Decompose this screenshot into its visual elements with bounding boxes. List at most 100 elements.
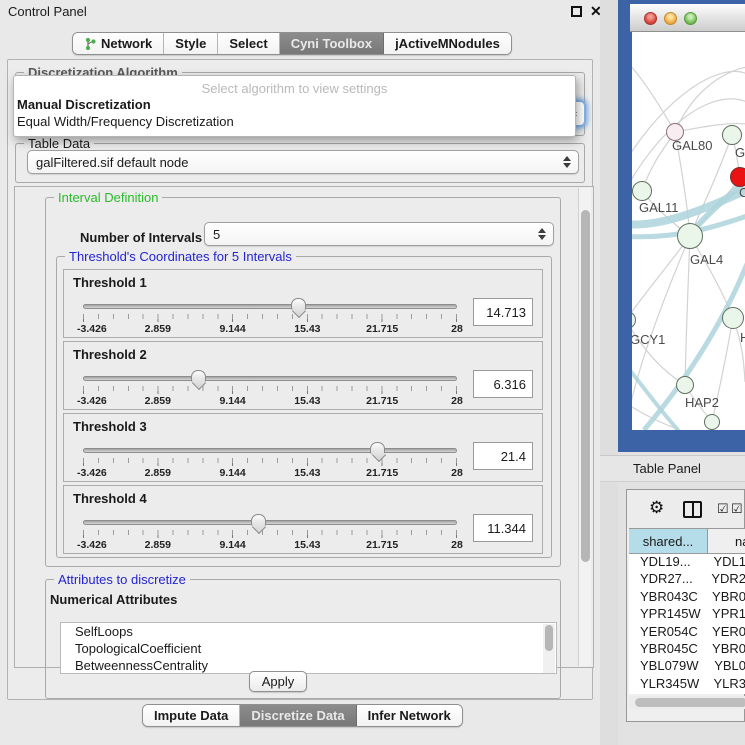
threshold-1-scale: -3.4262.8599.14415.4321.71528 xyxy=(83,323,457,335)
node-label-gal80: GAL80 xyxy=(672,138,712,153)
tab-infer-network[interactable]: Infer Network xyxy=(357,705,462,726)
table-row[interactable]: YPR145WYPR1 xyxy=(629,606,745,623)
network-view-window: GAL80 GA C GAL11 GAL4 GCY1 H HAP2 xyxy=(618,0,745,452)
table-row[interactable]: YDR27...YDR2 xyxy=(629,571,745,588)
node-label-gcy1: GCY1 xyxy=(632,332,665,347)
table-data-selected-value: galFiltered.sif default node xyxy=(36,155,188,170)
threshold-4-scale: -3.4262.8599.14415.4321.71528 xyxy=(83,539,457,551)
threshold-2-label: Threshold 2 xyxy=(73,347,533,362)
threshold-4-slider-thumb[interactable] xyxy=(251,514,266,526)
numerical-attributes-list: SelfLoops TopologicalCoefficient Between… xyxy=(60,622,557,674)
node-table: shared... name YDL19...YDL1 YDR27...YDR2… xyxy=(629,528,745,694)
table-panel-title: Table Panel xyxy=(600,455,745,482)
threshold-4-value-field[interactable]: 11.344 xyxy=(473,514,533,542)
table-row[interactable]: YLR345WYLR3 xyxy=(629,676,745,693)
scrollbar-thumb[interactable] xyxy=(581,210,590,562)
tab-discretize-data[interactable]: Discretize Data xyxy=(240,705,356,726)
table-row[interactable]: YBR045CYBR0 xyxy=(629,641,745,658)
list-item[interactable]: TopologicalCoefficient xyxy=(61,640,556,657)
settings-scrollpane: Interval Definition Number of Intervals … xyxy=(14,186,594,668)
tab-style[interactable]: Style xyxy=(164,33,218,54)
column-header-shared[interactable]: shared... xyxy=(629,529,708,553)
popup-item-manual-discretization[interactable]: Manual Discretization xyxy=(14,96,575,113)
node-partial-top[interactable] xyxy=(722,125,742,145)
node-selected-red[interactable] xyxy=(730,167,745,187)
threshold-3-slider-thumb[interactable] xyxy=(370,442,385,454)
number-of-intervals-combobox[interactable]: 5 xyxy=(204,222,554,246)
threshold-2-slider-thumb[interactable] xyxy=(191,370,206,382)
settings-scrollbar[interactable] xyxy=(578,188,591,666)
table-horizontal-scrollbar[interactable] xyxy=(629,696,745,709)
tab-select[interactable]: Select xyxy=(218,33,279,54)
zoom-traffic-light-icon[interactable] xyxy=(684,12,697,25)
number-of-intervals-label: Number of Intervals xyxy=(80,230,202,245)
split-view-icon[interactable] xyxy=(683,501,702,518)
node-label-gal11: GAL11 xyxy=(639,200,679,215)
threshold-1-label: Threshold 1 xyxy=(73,275,533,290)
panel-divider xyxy=(600,0,618,745)
threshold-2-slider-track[interactable] xyxy=(83,376,457,381)
gear-icon[interactable]: ⚙ xyxy=(649,498,664,518)
thresholds-group-label: Threshold's Coordinates for 5 Intervals xyxy=(65,249,296,264)
interval-definition-group: Interval Definition Number of Intervals … xyxy=(45,197,561,567)
table-row[interactable]: YER054CYER0 xyxy=(629,624,745,641)
list-item[interactable]: SelfLoops xyxy=(61,623,556,640)
table-row[interactable]: YBR043CYBR0 xyxy=(629,589,745,606)
node-h[interactable] xyxy=(722,307,744,329)
interval-definition-label: Interval Definition xyxy=(54,190,162,205)
table-row[interactable]: YDL19...YDL1 xyxy=(629,554,745,571)
node-label-hap2: HAP2 xyxy=(685,395,719,410)
list-item[interactable]: BetweennessCentrality xyxy=(61,657,556,674)
table-row[interactable]: YBL079WYBL0 xyxy=(629,658,745,675)
table-toolbar: ⚙ ☑ ☑ xyxy=(627,490,744,528)
threshold-3-label: Threshold 3 xyxy=(73,419,533,434)
close-traffic-light-icon[interactable] xyxy=(644,12,657,25)
tab-jactivemnodules[interactable]: jActiveMNodules xyxy=(384,33,511,54)
threshold-1-slider-thumb[interactable] xyxy=(291,298,306,310)
threshold-1-panel: Threshold 1 -3.4262.8599.14415.4321.7152… xyxy=(63,269,543,338)
node-label-h: H xyxy=(740,330,745,345)
minimize-traffic-light-icon[interactable] xyxy=(664,12,677,25)
algorithm-dropdown-popup: Select algorithm to view settings Manual… xyxy=(13,75,576,137)
list-scrollbar[interactable] xyxy=(543,624,555,674)
network-canvas[interactable]: GAL80 GA C GAL11 GAL4 GCY1 H HAP2 xyxy=(632,32,745,430)
threshold-1-value-field[interactable]: 14.713 xyxy=(473,298,533,326)
threshold-4-slider-track[interactable] xyxy=(83,520,457,525)
node-gal11[interactable] xyxy=(632,181,652,201)
popup-item-equal-width-frequency[interactable]: Equal Width/Frequency Discretization xyxy=(14,113,575,130)
popup-header: Select algorithm to view settings xyxy=(14,76,575,96)
top-tab-bar: Network Style Select Cyni Toolbox jActiv… xyxy=(72,32,512,55)
node-gal4[interactable] xyxy=(677,223,703,249)
tab-impute-data[interactable]: Impute Data xyxy=(143,705,240,726)
tab-network[interactable]: Network xyxy=(73,33,164,54)
scrollbar-thumb[interactable] xyxy=(635,698,745,707)
threshold-3-slider-track[interactable] xyxy=(83,448,457,453)
threshold-3-value-field[interactable]: 21.4 xyxy=(473,442,533,470)
attributes-group-label: Attributes to discretize xyxy=(54,572,190,587)
checkbox-icon[interactable]: ☑ xyxy=(717,501,729,517)
combo-stepper-icon xyxy=(563,156,571,168)
threshold-3-panel: Threshold 3 -3.4262.8599.14415.4321.7152… xyxy=(63,413,543,482)
control-panel-title: Control Panel xyxy=(0,0,600,24)
threshold-1-slider-track[interactable] xyxy=(83,304,457,309)
node-hap2[interactable] xyxy=(676,376,694,394)
table-panel-window: ⚙ ☑ ☑ shared... name YDL19...YDL1 YDR27.… xyxy=(626,489,745,722)
threshold-4-panel: Threshold 4 -3.4262.8599.14415.4321.7152… xyxy=(63,485,543,554)
bottom-tab-bar: Impute Data Discretize Data Infer Networ… xyxy=(142,704,463,727)
column-header-name[interactable]: name xyxy=(708,529,745,553)
table-data-combobox[interactable]: galFiltered.sif default node xyxy=(27,150,579,174)
node-partial-bottom[interactable] xyxy=(704,414,720,430)
threshold-3-scale: -3.4262.8599.14415.4321.71528 xyxy=(83,467,457,479)
apply-button[interactable]: Apply xyxy=(249,671,307,692)
number-of-intervals-value: 5 xyxy=(213,227,220,242)
threshold-2-value-field[interactable]: 6.316 xyxy=(473,370,533,398)
threshold-2-scale: -3.4262.8599.14415.4321.71528 xyxy=(83,395,457,407)
threshold-4-label: Threshold 4 xyxy=(73,491,533,506)
table-data-label: Table Data xyxy=(24,136,94,151)
node-label-gal4: GAL4 xyxy=(690,252,723,267)
network-window-titlebar[interactable] xyxy=(630,4,745,32)
checkbox-icon[interactable]: ☑ xyxy=(731,501,743,517)
tab-cyni-toolbox[interactable]: Cyni Toolbox xyxy=(280,33,384,54)
float-window-icon[interactable] xyxy=(571,6,582,17)
threshold-2-panel: Threshold 2 -3.4262.8599.14415.4321.7152… xyxy=(63,341,543,410)
